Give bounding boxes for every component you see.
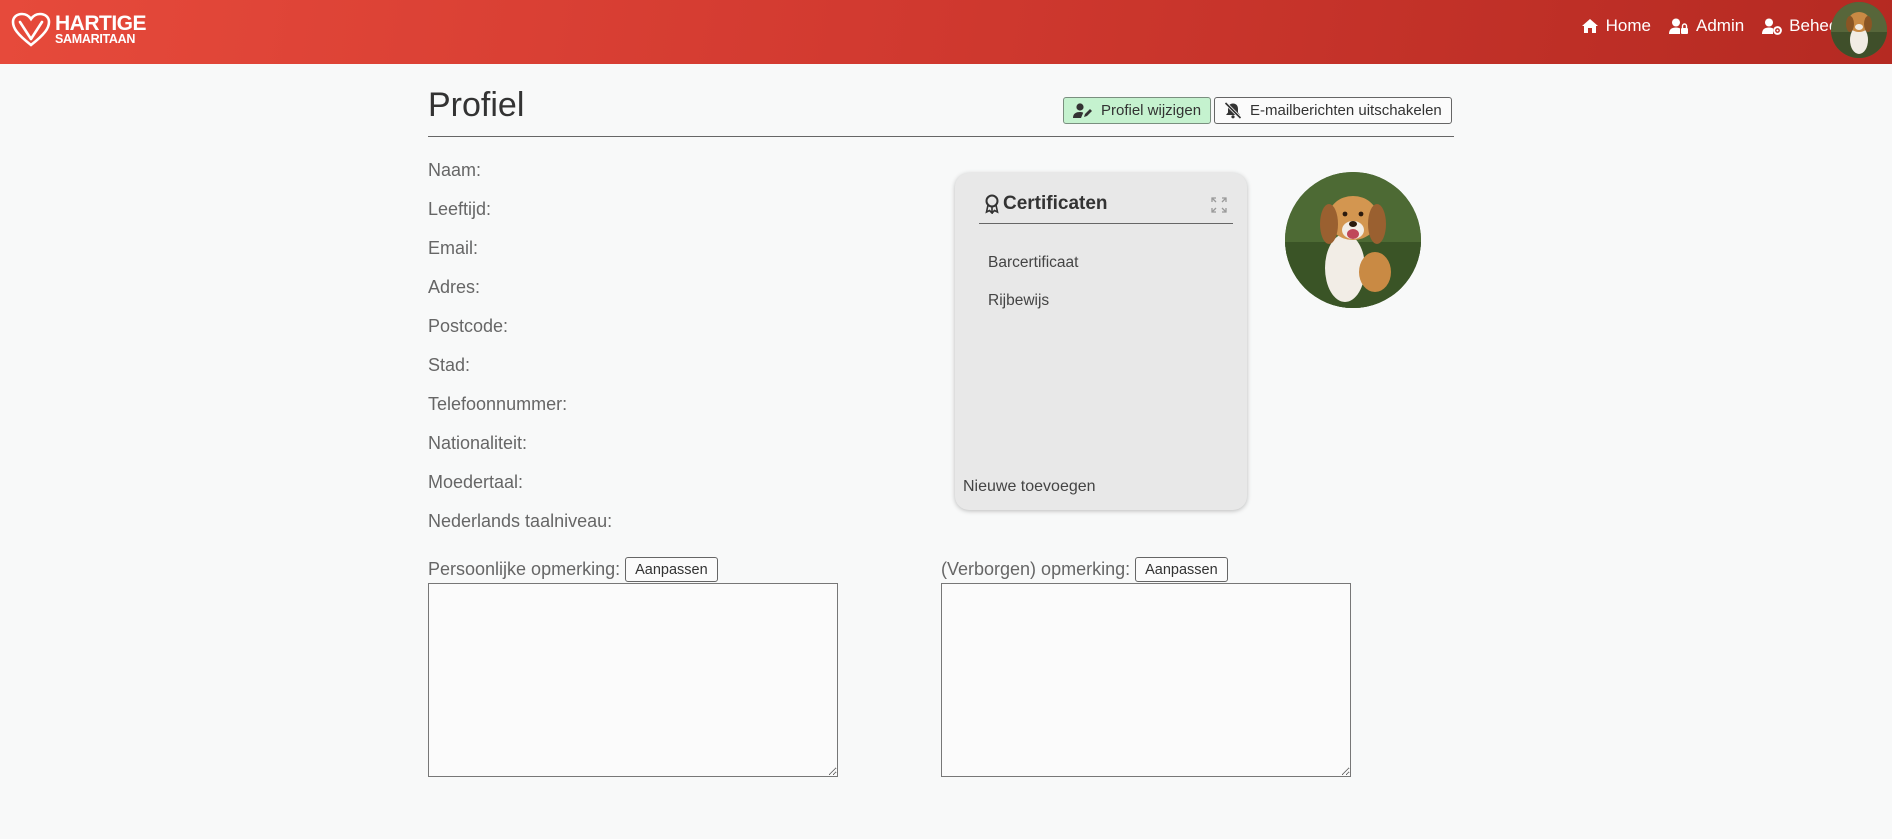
bell-slash-icon (1224, 102, 1242, 119)
certificates-header: Certificaten (979, 191, 1233, 224)
user-pen-icon (1073, 102, 1092, 118)
top-navbar: HARTIGE SAMARITAAN Home Admin Beheer (0, 0, 1892, 64)
certificates-title-text: Certificaten (1003, 193, 1108, 214)
edit-profile-button[interactable]: Profiel wijzigen (1063, 97, 1212, 124)
field-moedertaal: Moedertaal: (428, 472, 524, 492)
nav-link-admin-label: Admin (1695, 16, 1745, 35)
field-stad: Stad: (428, 355, 471, 375)
personal-remark-textarea[interactable] (428, 583, 838, 777)
user-lock-icon (1668, 18, 1688, 34)
field-adres: Adres: (428, 277, 481, 297)
certificates-card: Certificaten Barcertificaat Rijbewijs Ni… (955, 173, 1247, 510)
nav-link-home[interactable]: Home (1581, 16, 1651, 36)
dog-photo-icon (1831, 2, 1887, 58)
field-taalniveau: Nederlands taalniveau: (428, 511, 613, 531)
profile-photo[interactable] (1285, 172, 1421, 308)
hidden-remark-row: (Verborgen) opmerking: Aanpassen (941, 557, 1228, 582)
user-gear-icon (1762, 18, 1783, 35)
header-divider (428, 136, 1454, 137)
profile-fields: Naam: Leeftijd: Email: Adres: Postcode: … (428, 158, 612, 548)
disable-emails-button[interactable]: E-mailberichten uitschakelen (1214, 97, 1452, 124)
field-postcode: Postcode: (428, 316, 509, 336)
logo-text: HARTIGE SAMARITAAN (55, 11, 147, 46)
nav-link-admin[interactable]: Admin (1668, 16, 1745, 36)
award-icon (985, 194, 999, 214)
certificate-item[interactable]: Rijbewijs (988, 292, 1049, 310)
field-email: Email: (428, 238, 479, 258)
nav-link-home-label: Home (1605, 16, 1651, 35)
add-certificate-link[interactable]: Nieuwe toevoegen (963, 478, 1096, 496)
certificate-item[interactable]: Barcertificaat (988, 254, 1078, 272)
personal-remark-edit-button[interactable]: Aanpassen (625, 557, 718, 582)
field-naam: Naam: (428, 160, 482, 180)
logo-line-1: HARTIGE (55, 11, 147, 35)
expand-icon[interactable] (1211, 197, 1227, 213)
heart-logo-icon (11, 12, 51, 47)
disable-emails-label: E-mailberichten uitschakelen (1250, 102, 1442, 119)
home-icon (1581, 19, 1598, 33)
personal-remark-label: Persoonlijke opmerking: (428, 559, 621, 579)
hidden-remark-edit-button[interactable]: Aanpassen (1135, 557, 1228, 582)
brand-logo[interactable]: HARTIGE SAMARITAAN (11, 10, 147, 50)
logo-line-2: SAMARITAAN (55, 31, 136, 46)
hidden-remark-label: (Verborgen) opmerking: (941, 559, 1131, 579)
personal-remark-row: Persoonlijke opmerking: Aanpassen (428, 557, 718, 582)
nav-links: Home Admin Beheer (1563, 0, 1844, 52)
field-leeftijd: Leeftijd: (428, 199, 492, 219)
edit-profile-label: Profiel wijzigen (1101, 102, 1202, 119)
hidden-remark-textarea[interactable] (941, 583, 1351, 777)
page-title: Profiel (428, 86, 525, 124)
dog-photo-icon (1285, 172, 1421, 308)
field-nationaliteit: Nationaliteit: (428, 433, 528, 453)
field-telefoonnummer: Telefoonnummer: (428, 394, 568, 414)
user-avatar[interactable] (1831, 2, 1887, 58)
certificates-title: Certificaten (984, 193, 1108, 215)
